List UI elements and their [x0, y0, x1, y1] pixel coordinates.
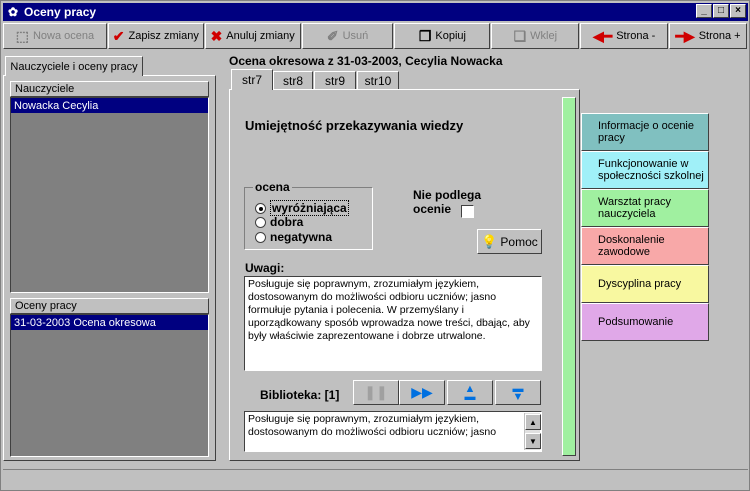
not-rated-line1: Nie podlega [413, 188, 482, 202]
save-changes-button[interactable]: ✔ Zapisz zmiany [107, 23, 204, 49]
help-button[interactable]: 💡 Pomoc [477, 229, 542, 254]
left-panel: Nauczyciele Nowacka Cecylia Oceny pracy … [3, 75, 216, 461]
toolbar: ⬚ Nowa ocena ✔ Zapisz zmiany ✖ Anuluj zm… [3, 23, 748, 51]
new-evaluation-label: Nowa ocena [32, 30, 95, 42]
app-icon: ✿ [7, 5, 19, 19]
radio-good[interactable]: dobra [255, 215, 303, 229]
library-label: Biblioteka: [1] [260, 388, 340, 402]
fast-forward-icon: ▶▶ [411, 384, 433, 400]
library-pause-button[interactable]: ❚❚ [353, 380, 399, 405]
copy-icon: ❐ [418, 27, 432, 44]
window-title: Oceny pracy [24, 5, 97, 19]
help-label: Pomoc [500, 234, 538, 249]
notes-label: Uwagi: [245, 261, 285, 275]
new-evaluation-button[interactable]: ⬚ Nowa ocena [3, 23, 107, 49]
list-item-evaluation[interactable]: 31-03-2003 Ocena okresowa [11, 315, 208, 330]
delete-button[interactable]: ✐ Usuń [301, 23, 394, 49]
radio-checked-icon [255, 202, 266, 214]
cancel-changes-label: Anuluj zmiany [226, 30, 295, 42]
page-prev-label: Strona - [616, 30, 656, 42]
eraser-icon: ✐ [326, 27, 339, 44]
radio-distinguished[interactable]: wyróżniająca [255, 200, 349, 216]
app-window: ✿ Oceny pracy _ □ × ⬚ Nowa ocena ✔ Zapis… [0, 0, 750, 491]
paste-label: Wklej [530, 30, 558, 42]
teachers-header: Nauczyciele [10, 81, 209, 97]
teachers-list[interactable]: Nowacka Cecylia [10, 97, 209, 293]
maximize-button[interactable]: □ [713, 4, 729, 18]
page-next-label: Strona + [698, 30, 741, 42]
checkmark-icon: ✔ [112, 27, 125, 44]
title-bar: ✿ Oceny pracy _ □ × [3, 3, 748, 21]
minimize-button[interactable]: _ [696, 4, 712, 18]
save-changes-label: Zapisz zmiany [128, 30, 199, 42]
evaluation-title: Ocena okresowa z 31-03-2003, Cecylia Now… [229, 54, 503, 68]
section-info-button[interactable]: Informacje o ocenie pracy [581, 113, 709, 151]
double-up-icon: ▲ ▬ [464, 382, 476, 403]
section-summary-button[interactable]: Podsumowanie [581, 303, 709, 341]
evaluation-page-panel [229, 89, 580, 461]
page-next-button[interactable]: ━▶ Strona + [669, 23, 747, 49]
section-discipline-button[interactable]: Dyscyplina pracy [581, 265, 709, 303]
tab-teachers-evaluations[interactable]: Nauczyciele i oceny pracy [5, 56, 143, 76]
tab-str7[interactable]: str7 [231, 69, 273, 90]
arrow-right-icon: ━▶ [675, 27, 695, 44]
cross-icon: ✖ [210, 27, 223, 44]
rating-legend: ocena [253, 180, 292, 194]
copy-label: Kopiuj [435, 30, 466, 42]
pause-icon: ❚❚ [364, 384, 388, 400]
arrow-left-icon: ◀━ [593, 27, 613, 44]
scroll-up-icon[interactable]: ▲ [525, 414, 541, 430]
library-up-button[interactable]: ▲ ▬ [447, 380, 493, 405]
tab-str9[interactable]: str9 [314, 71, 356, 89]
not-rated-checkbox[interactable] [461, 205, 474, 218]
list-item-teacher[interactable]: Nowacka Cecylia [11, 98, 208, 113]
scroll-down-icon[interactable]: ▼ [525, 433, 541, 449]
question-title: Umiejętność przekazywania wiedzy [245, 118, 464, 133]
double-down-icon: ▬ ▼ [512, 382, 524, 403]
copy-button[interactable]: ❐ Kopiuj [394, 23, 491, 49]
section-workshop-button[interactable]: Warsztat pracy nauczyciela [581, 189, 709, 227]
notes-textarea[interactable]: Posługuje się poprawnym, zrozumiałym jęz… [244, 276, 542, 371]
radio-unchecked-icon [255, 231, 266, 243]
page-prev-button[interactable]: ◀━ Strona - [580, 23, 669, 49]
clipboard-icon: ❏ [513, 27, 527, 44]
section-indicator-bar [562, 97, 576, 456]
section-development-button[interactable]: Doskonalenie zawodowe [581, 227, 709, 265]
lightbulb-icon: 💡 [481, 233, 498, 249]
radio-distinguished-label: wyróżniająca [270, 200, 349, 216]
evaluations-list[interactable]: 31-03-2003 Ocena okresowa [10, 314, 209, 457]
library-textarea[interactable]: Posługuje się poprawnym, zrozumiałym jęz… [244, 411, 542, 452]
radio-unchecked-icon [255, 216, 266, 228]
rating-group: ocena wyróżniająca dobra negatywna [244, 180, 373, 250]
delete-label: Usuń [342, 30, 369, 42]
tab-str10[interactable]: str10 [357, 71, 399, 89]
tab-str8[interactable]: str8 [273, 71, 313, 89]
new-doc-icon: ⬚ [15, 27, 29, 44]
paste-button[interactable]: ❏ Wklej [491, 23, 580, 49]
library-next-button[interactable]: ▶▶ [399, 380, 445, 405]
library-scrollbar[interactable]: ▲ ▼ [524, 413, 541, 450]
close-button[interactable]: × [730, 4, 746, 18]
status-bar [3, 469, 748, 489]
radio-negative-label: negatywna [270, 230, 333, 244]
radio-negative[interactable]: negatywna [255, 230, 332, 244]
library-down-button[interactable]: ▬ ▼ [495, 380, 541, 405]
evaluations-header: Oceny pracy [10, 298, 209, 314]
radio-good-label: dobra [270, 215, 304, 229]
section-community-button[interactable]: Funkcjonowanie w społeczności szkolnej [581, 151, 709, 189]
cancel-changes-button[interactable]: ✖ Anuluj zmiany [204, 23, 301, 49]
